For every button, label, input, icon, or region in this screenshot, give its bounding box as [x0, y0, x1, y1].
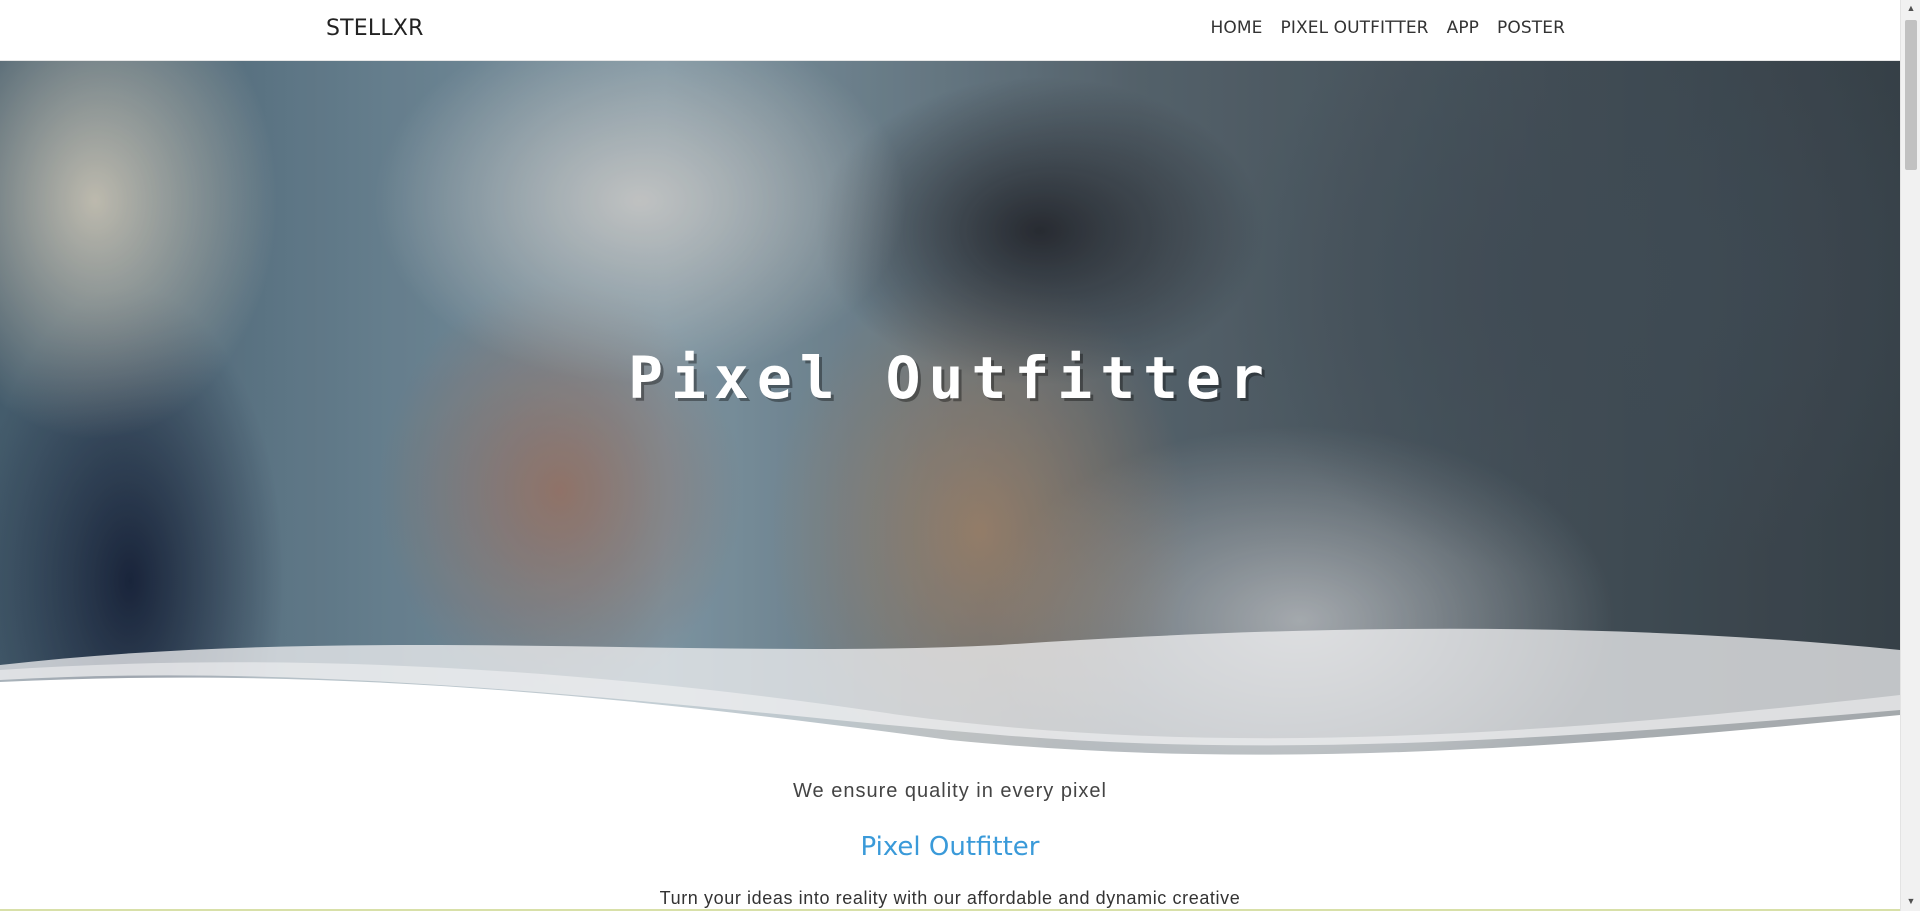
scrollbar-thumb[interactable] [1905, 20, 1917, 170]
nav-item-poster[interactable]: POSTER [1497, 18, 1565, 38]
section-description: Turn your ideas into reality with our af… [659, 888, 1241, 908]
hero-title: Pixel Outfitter [628, 344, 1272, 412]
brand-logo-link[interactable]: STELLXR [326, 16, 424, 41]
section-title: Pixel Outfitter [860, 832, 1040, 862]
nav-menu: HOME PIXEL OUTFITTER APP POSTER [1193, 18, 1565, 38]
nav-item-pixel-outfitter[interactable]: PIXEL OUTFITTER [1281, 18, 1429, 38]
vertical-scrollbar[interactable]: ▲ ▼ [1900, 0, 1920, 911]
chevron-down-icon[interactable]: ▼ [1901, 893, 1920, 910]
chevron-up-icon[interactable]: ▲ [1901, 0, 1920, 17]
navbar: STELLXR HOME PIXEL OUTFITTER APP POSTER [0, 0, 1900, 61]
hero-wave-divider [0, 628, 1900, 780]
tagline: We ensure quality in every pixel [793, 780, 1107, 802]
nav-item-home[interactable]: HOME [1211, 18, 1263, 38]
nav-item-app[interactable]: APP [1447, 18, 1479, 38]
page: STELLXR HOME PIXEL OUTFITTER APP POSTER … [0, 0, 1900, 911]
